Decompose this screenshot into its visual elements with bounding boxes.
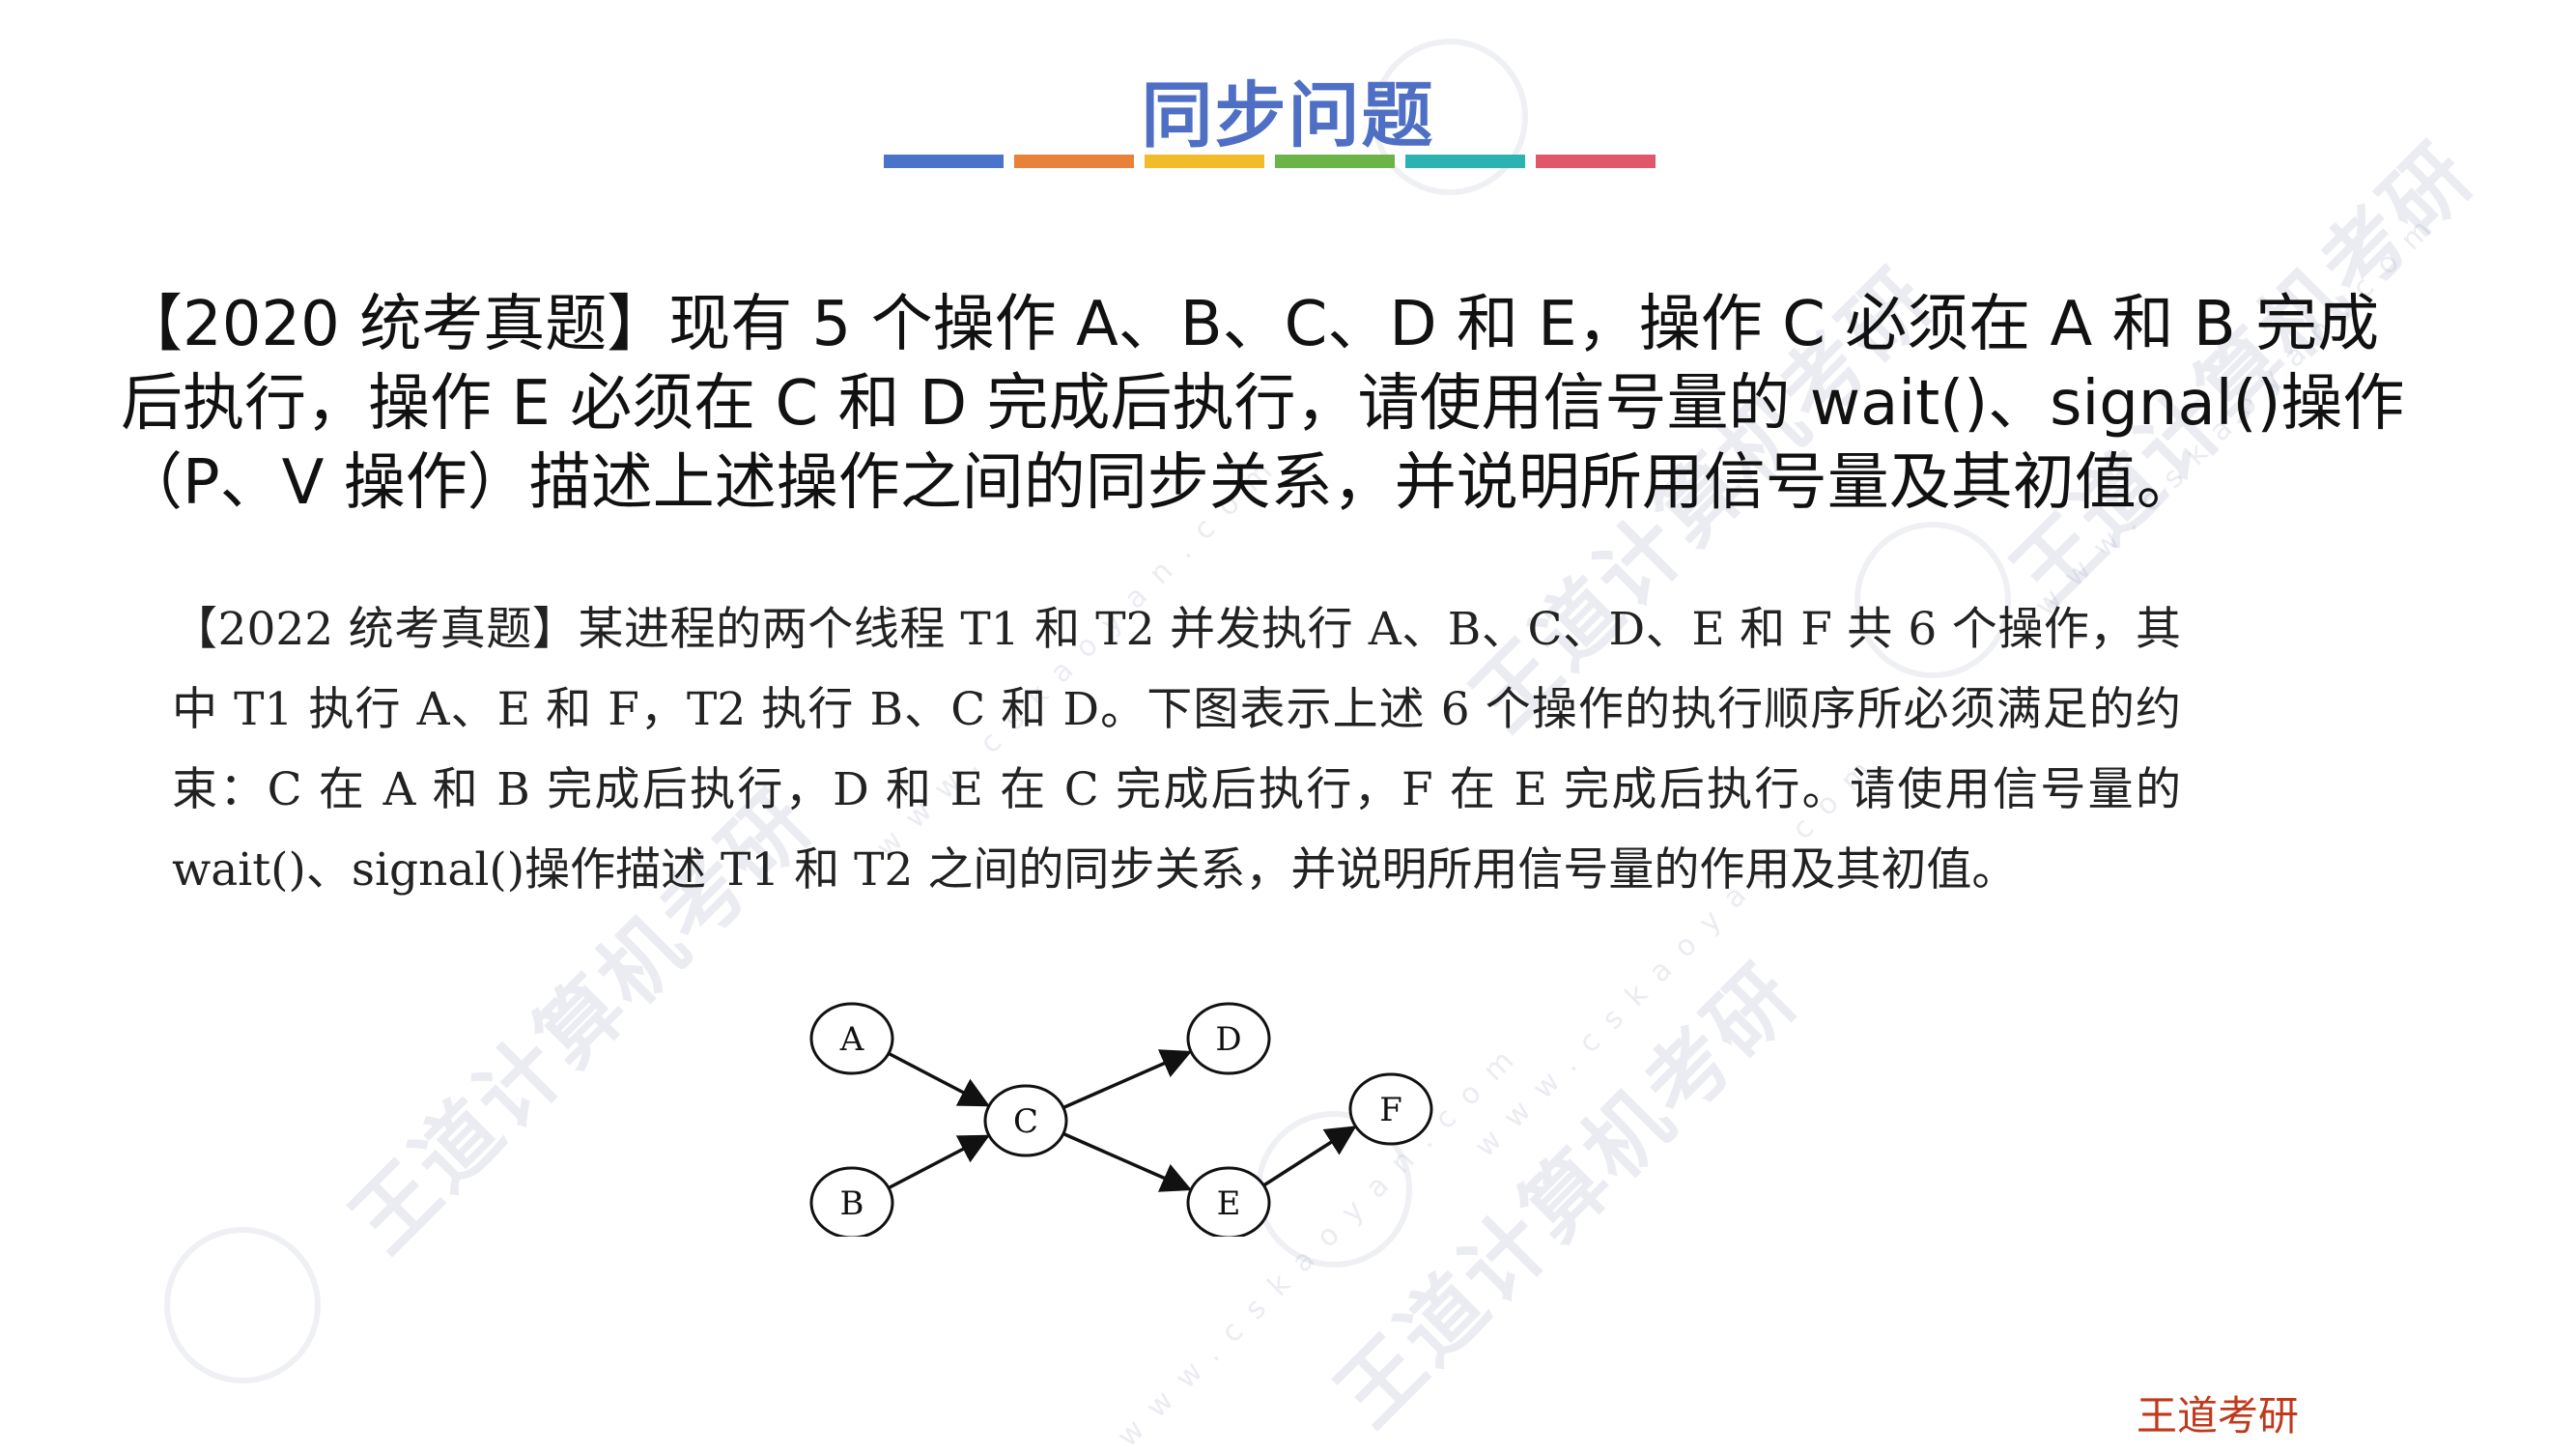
node-label: B: [840, 1184, 864, 1223]
slide-title: 同步问题: [1141, 74, 1435, 157]
node-label: C: [1013, 1102, 1038, 1141]
question-2020-text: 【2020 统考真题】现有 5 个操作 A、B、C、D 和 E，操作 C 必须在…: [121, 289, 2405, 519]
edge-a-c: [888, 1051, 991, 1107]
node-label: D: [1215, 1020, 1241, 1059]
precedence-graph: A B C D E F: [809, 1002, 1433, 1237]
edge-c-e: [1062, 1131, 1193, 1192]
node-f: F: [1348, 1072, 1433, 1146]
title-bar-segment: [1405, 155, 1525, 168]
title-bar-segment: [1014, 155, 1134, 168]
node-b: B: [809, 1166, 894, 1237]
title-bar-segment: [884, 155, 1004, 168]
title-color-bar: [884, 155, 1656, 168]
node-label: E: [1217, 1184, 1241, 1223]
node-label: A: [839, 1020, 864, 1059]
node-a: A: [809, 1002, 894, 1075]
edge-b-c: [888, 1134, 991, 1190]
title-bar-segment: [1536, 155, 1656, 168]
node-e: E: [1186, 1166, 1271, 1237]
watermark-seal-icon: [164, 1227, 321, 1383]
node-d: D: [1186, 1002, 1271, 1075]
footer-brand: 王道考研: [2136, 1392, 2299, 1440]
question-2022-text: 【2022 统考真题】某进程的两个线程 T1 和 T2 并发执行 A、B、C、D…: [172, 603, 2181, 897]
edge-e-f: [1262, 1126, 1357, 1187]
edge-c-d: [1062, 1049, 1193, 1110]
title-bar-segment: [1145, 155, 1264, 168]
node-label: F: [1379, 1091, 1402, 1129]
node-c: C: [983, 1084, 1068, 1157]
title-bar-segment: [1275, 155, 1395, 168]
